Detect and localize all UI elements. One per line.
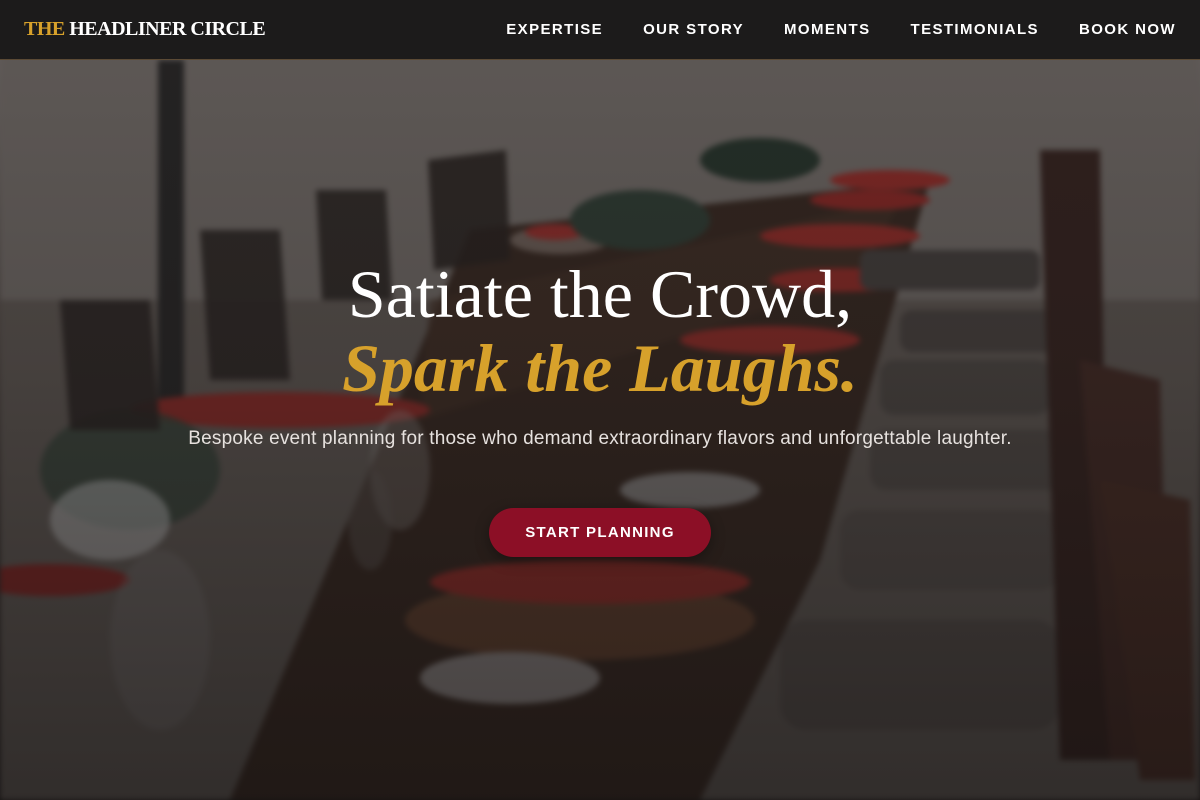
nav-links: EXPERTISE OUR STORY MOMENTS TESTIMONIALS… <box>506 21 1176 38</box>
nav-link-testimonials[interactable]: TESTIMONIALS <box>911 21 1039 38</box>
hero-content: Satiate the Crowd, Spark the Laughs. Bes… <box>0 0 1200 800</box>
brand-accent-text: THE <box>24 18 65 40</box>
nav-link-book-now[interactable]: BOOK NOW <box>1079 21 1176 38</box>
hero-headline-line2: Spark the Laughs. <box>342 330 858 406</box>
brand-name-text: HEADLINER CIRCLE <box>69 18 266 40</box>
brand-logo[interactable]: THE HEADLINER CIRCLE <box>24 18 266 41</box>
hero-subtitle: Bespoke event planning for those who dem… <box>188 428 1012 449</box>
top-navbar: THE HEADLINER CIRCLE EXPERTISE OUR STORY… <box>0 0 1200 60</box>
nav-link-expertise[interactable]: EXPERTISE <box>506 21 603 38</box>
hero-headline-line1: Satiate the Crowd, <box>347 256 853 332</box>
start-planning-button[interactable]: START PLANNING <box>489 508 711 557</box>
nav-link-our-story[interactable]: OUR STORY <box>643 21 744 38</box>
nav-link-moments[interactable]: MOMENTS <box>784 21 870 38</box>
